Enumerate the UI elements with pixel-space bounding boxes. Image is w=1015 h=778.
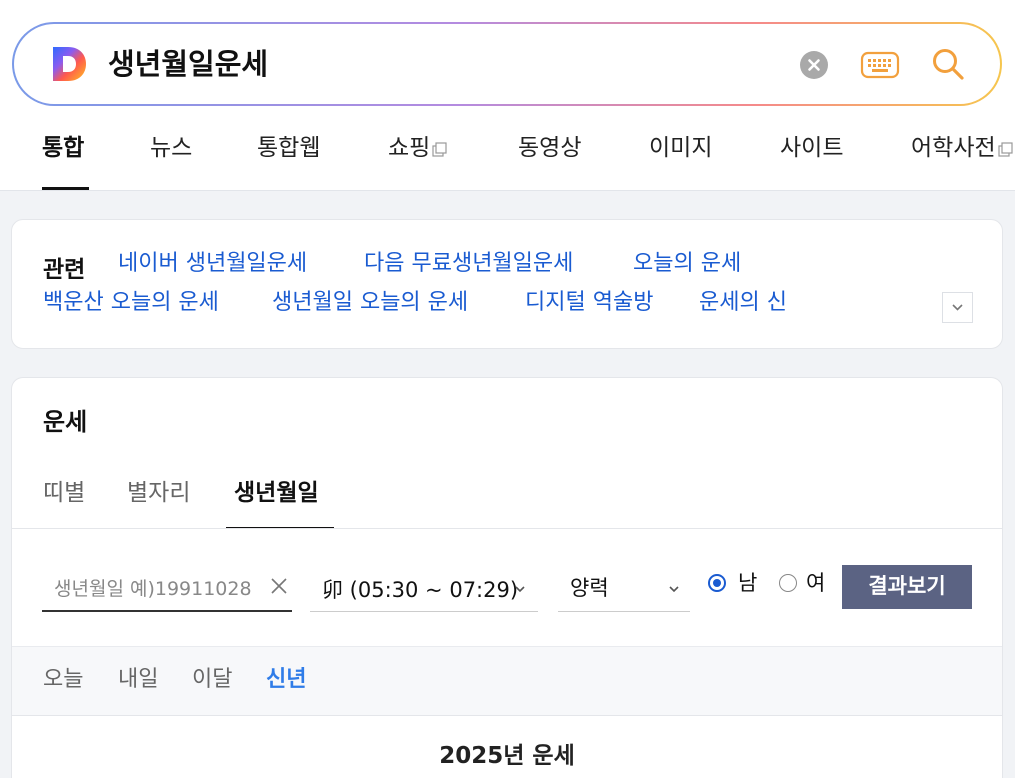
tab-dictionary-label: 어학사전 (911, 135, 996, 161)
related-title: 관련 (43, 257, 86, 283)
search-query-text[interactable]: 생년월일운세 (108, 46, 268, 82)
search-tabs: 통합 뉴스 통합웹 쇼핑 동영상 이미지 사이트 어학사전 (0, 126, 1015, 190)
year-fortune-title: 2025년 운세 (439, 743, 575, 769)
tab-all[interactable]: 통합 (42, 132, 84, 164)
gender-female-radio[interactable] (779, 574, 797, 592)
period-new-year[interactable]: 신년 (266, 665, 306, 695)
tab-zodiac-animal[interactable]: 띠별 (43, 478, 85, 508)
search-bar-inner: 생년월일운세 (14, 24, 1000, 104)
related-link[interactable]: 다음 무료생년월일운세 (364, 249, 573, 279)
period-tabs: 오늘 내일 이달 신년 (12, 646, 1002, 716)
gender-male-radio[interactable] (708, 574, 726, 592)
fortune-title: 운세 (43, 408, 88, 436)
birth-time-value: 卯 (05:30 ~ 07:29) (322, 578, 519, 602)
fortune-card: 운세 띠별 별자리 생년월일 생년월일 예)19911028 卯 (05:30 … (11, 377, 1003, 778)
keyboard-icon[interactable] (860, 50, 900, 80)
tab-site[interactable]: 사이트 (780, 132, 843, 164)
tab-news[interactable]: 뉴스 (150, 132, 192, 164)
tab-video[interactable]: 동영상 (518, 132, 581, 164)
related-link[interactable]: 백운산 오늘의 운세 (43, 288, 219, 318)
related-searches-card: 관련 네이버 생년월일운세 다음 무료생년월일운세 오늘의 운세 백운산 오늘의… (11, 219, 1003, 349)
related-link[interactable]: 생년월일 오늘의 운세 (272, 288, 468, 318)
daum-logo-icon[interactable] (49, 44, 89, 84)
divider (12, 528, 1002, 529)
tab-dictionary[interactable]: 어학사전 (911, 132, 1013, 164)
active-tab-underline (42, 187, 89, 190)
tab-shopping-label: 쇼핑 (388, 135, 431, 161)
gender-male-label[interactable]: 남 (738, 570, 757, 596)
gender-female-label[interactable]: 여 (806, 570, 825, 596)
clear-x-icon[interactable] (270, 574, 288, 598)
period-today[interactable]: 오늘 (43, 665, 83, 695)
period-this-month[interactable]: 이달 (192, 665, 232, 695)
related-link[interactable]: 디지털 역술방 (525, 288, 653, 318)
tab-web[interactable]: 통합웹 (257, 132, 320, 164)
chevron-down-icon (952, 304, 963, 311)
clear-search-button[interactable] (800, 51, 828, 79)
top-header: 생년월일운세 통합 뉴스 통합웹 쇼핑 동영상 이미지 사이트 어학사전 (0, 0, 1015, 191)
search-bar: 생년월일운세 (12, 22, 1002, 106)
related-link[interactable]: 오늘의 운세 (633, 249, 741, 279)
calendar-type-value: 양력 (570, 576, 609, 600)
birth-time-select[interactable]: 卯 (05:30 ~ 07:29) (310, 564, 538, 612)
clear-x-icon (808, 59, 820, 71)
tab-image[interactable]: 이미지 (649, 132, 712, 164)
view-result-button[interactable]: 결과보기 (842, 565, 972, 609)
external-window-icon (432, 142, 447, 157)
tab-shopping[interactable]: 쇼핑 (388, 132, 447, 164)
related-link[interactable]: 운세의 신 (699, 288, 787, 318)
related-link[interactable]: 네이버 생년월일운세 (118, 249, 307, 279)
birthdate-placeholder: 생년월일 예)19911028 (54, 578, 252, 600)
calendar-type-select[interactable]: 양력 (558, 564, 690, 612)
expand-related-button[interactable] (942, 292, 973, 323)
chevron-down-icon (669, 586, 679, 593)
period-tomorrow[interactable]: 내일 (118, 665, 158, 695)
birthdate-input[interactable]: 생년월일 예)19911028 (42, 564, 292, 612)
external-window-icon (998, 142, 1013, 157)
search-icon[interactable] (930, 46, 966, 82)
chevron-down-icon (515, 586, 525, 593)
tab-constellation[interactable]: 별자리 (127, 478, 190, 508)
tab-birthdate[interactable]: 생년월일 (234, 478, 319, 508)
